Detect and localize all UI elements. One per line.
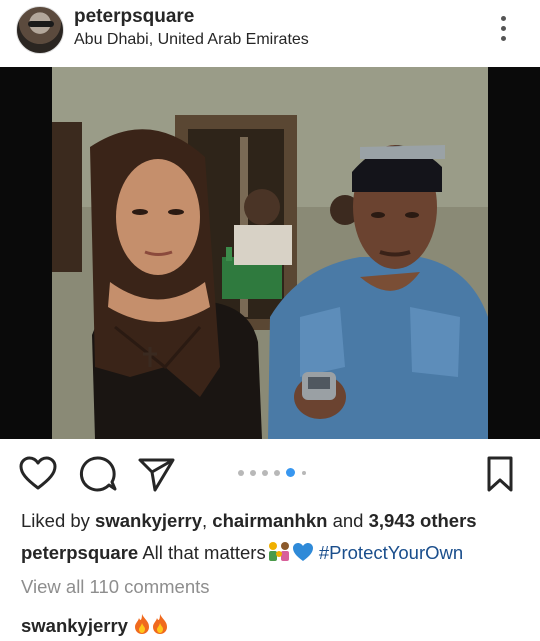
hashtag-link[interactable]: #ProtectYourOwn (319, 542, 463, 563)
likes-line[interactable]: Liked by swankyjerry, chairmanhkn and 3,… (21, 510, 477, 532)
blue-heart-icon (292, 542, 314, 567)
liker-link[interactable]: swankyjerry (95, 510, 202, 531)
post-username[interactable]: peterpsquare (74, 6, 194, 28)
send-icon[interactable] (136, 454, 176, 494)
caption-text: All that matters (138, 542, 266, 563)
caption-username[interactable]: peterpsquare (21, 542, 138, 563)
carousel-indicator (238, 468, 318, 478)
fire-emoji-icon (133, 613, 151, 640)
liker-link[interactable]: chairmanhkn (212, 510, 327, 531)
caption: peterpsquare All that matters #ProtectYo… (21, 540, 463, 567)
comment-icon[interactable] (78, 454, 118, 494)
carousel-dot-active (286, 468, 295, 477)
likes-and: and (327, 510, 369, 531)
post-header: peterpsquare Abu Dhabi, United Arab Emir… (0, 0, 540, 66)
heart-icon[interactable] (18, 454, 58, 494)
fire-emoji-icon (151, 613, 169, 640)
family-emoji-icon (266, 540, 292, 567)
post-photo[interactable] (0, 67, 540, 439)
comment-row: swankyjerry (21, 613, 169, 640)
more-options-icon[interactable] (494, 14, 512, 44)
likes-sep: , (202, 510, 213, 531)
bookmark-icon[interactable] (480, 454, 520, 494)
view-all-comments-link[interactable]: View all 110 comments (21, 576, 210, 598)
post-location[interactable]: Abu Dhabi, United Arab Emirates (74, 31, 309, 49)
avatar[interactable] (16, 6, 64, 54)
comment-username[interactable]: swankyjerry (21, 615, 128, 636)
photo-illustration (0, 67, 540, 439)
likes-prefix: Liked by (21, 510, 96, 531)
likes-count[interactable]: 3,943 others (369, 510, 477, 531)
action-bar (0, 444, 540, 502)
